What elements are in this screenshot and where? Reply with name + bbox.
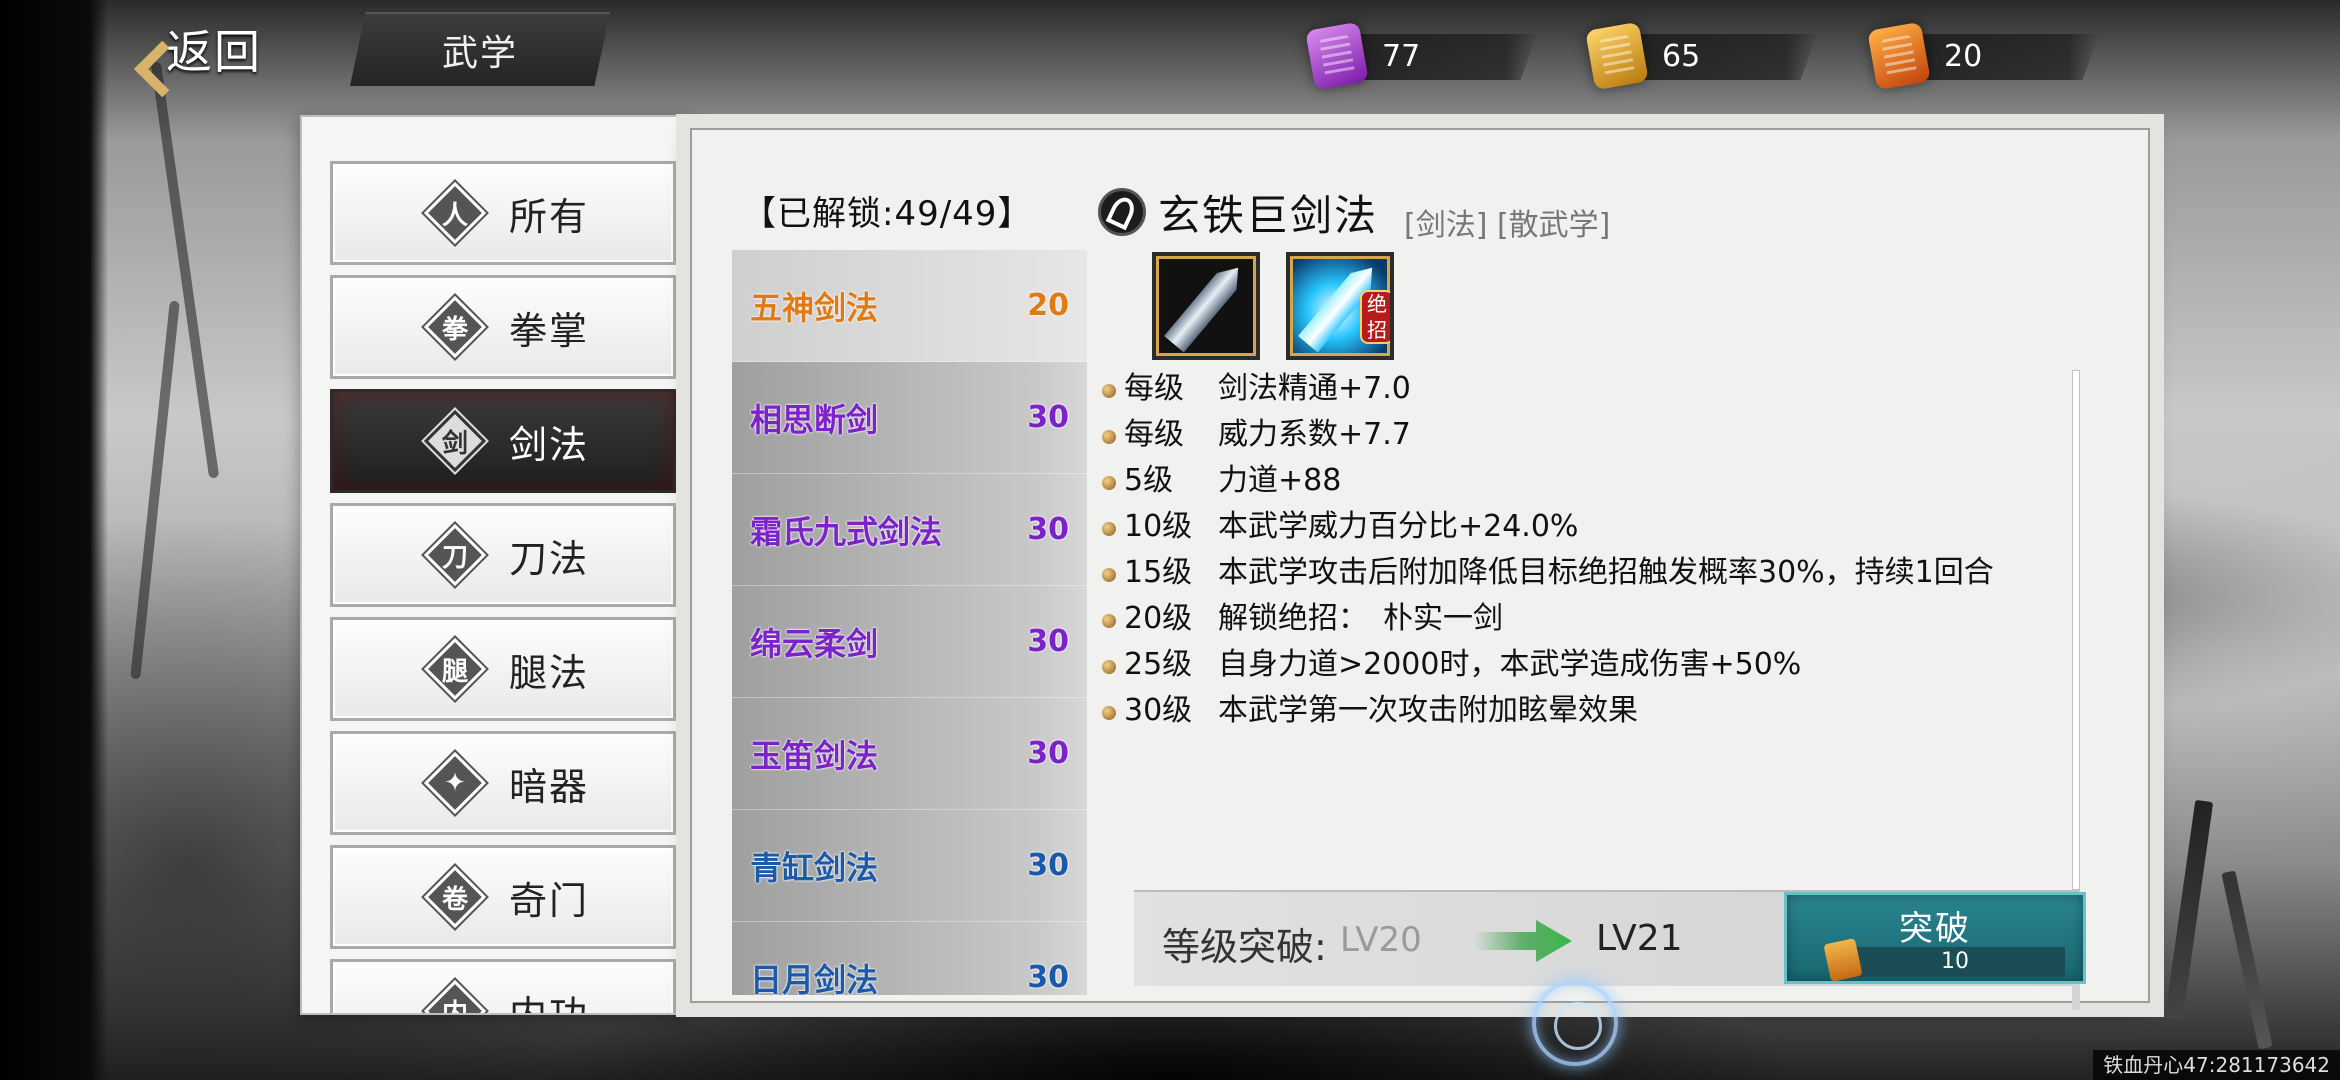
bullet-icon [1102, 660, 1116, 674]
resource-flame[interactable]: 20 [1867, 20, 2099, 92]
category-hidden-weapon[interactable]: ✦ 暗器 [330, 731, 676, 835]
skill-name: 五神剑法 [750, 288, 879, 327]
category-label: 拳掌 [509, 308, 590, 353]
skill-level: 30 [1027, 848, 1069, 883]
bullet-icon [1102, 522, 1116, 536]
category-label: 刀法 [509, 536, 590, 581]
skill-list[interactable]: 五神剑法 20 相思断剑 30 霜氏九式剑法 30 绵云柔剑 30 玉笛剑法 3… [732, 250, 1087, 995]
bullet-icon [1102, 706, 1116, 720]
meditation-icon: 人 [423, 181, 487, 245]
effect-row: 10级 本武学威力百分比+24.0% [1102, 504, 2062, 550]
page-title: 武学 [350, 12, 610, 86]
back-button[interactable]: 返回 [120, 14, 320, 84]
target-ring-icon [1532, 980, 1618, 1066]
skill-name: 相思断剑 [750, 400, 879, 439]
skill-item[interactable]: 相思断剑 30 [732, 362, 1087, 474]
skill-level: 30 [1027, 400, 1069, 435]
bullet-icon [1102, 568, 1116, 582]
scrollbar-thumb[interactable] [2072, 370, 2080, 890]
skill-name: 绵云柔剑 [750, 624, 879, 663]
effect-row: 25级 自身力道>2000时，本武学造成伤害+50% [1102, 642, 2062, 688]
bullet-icon [1102, 430, 1116, 444]
shuriken-icon: ✦ [423, 751, 487, 815]
effect-row: 每级 剑法精通+7.0 [1102, 366, 2062, 412]
skill-title: 玄铁巨剑法 [1158, 191, 1379, 240]
category-label: 内功 [509, 992, 590, 1015]
resource-purple[interactable]: 77 [1305, 20, 1537, 92]
effect-row: 5级 力道+88 [1102, 458, 2062, 504]
effect-row: 15级 本武学攻击后附加降低目标绝招触发概率30%，持续1回合 [1102, 550, 2062, 596]
skill-level: 20 [1027, 288, 1069, 323]
skill-name: 霜氏九式剑法 [750, 512, 943, 551]
skill-item[interactable]: 霜氏九式剑法 30 [732, 474, 1087, 586]
left-edge-shadow [0, 0, 108, 1080]
skill-level: 30 [1027, 736, 1069, 771]
ultimate-badge: 绝招 [1360, 290, 1390, 344]
martial-arts-panel: 【已解锁:49/49】 五神剑法 20 相思断剑 30 霜氏九式剑法 30 绵云… [690, 128, 2150, 1010]
kick-type-icon [1098, 188, 1146, 236]
level-to: LV21 [1596, 918, 1683, 959]
resource-value: 77 [1382, 38, 1421, 74]
bullet-icon [1102, 384, 1116, 398]
gold-scroll-icon [1585, 21, 1649, 91]
skill-level: 30 [1027, 624, 1069, 659]
skill-tags: [剑法] [散武学] [1404, 208, 1611, 243]
effect-row: 20级 解锁绝招： 朴实一剑 [1102, 596, 2062, 642]
unlock-count: 【已解锁:49/49】 [742, 194, 1033, 234]
arrow-right-icon [1474, 920, 1572, 962]
effect-row: 每级 威力系数+7.7 [1102, 412, 2062, 458]
fist-icon: 拳 [423, 295, 487, 359]
skill-name: 玉笛剑法 [750, 736, 879, 775]
page-title-text: 武学 [441, 33, 518, 74]
skill-item[interactable]: 五神剑法 20 [732, 250, 1087, 362]
category-label: 奇门 [509, 878, 590, 923]
category-all[interactable]: 人 所有 [330, 161, 676, 265]
scroll-icon: 卷 [423, 865, 487, 929]
skill-name: 日月剑法 [750, 960, 879, 996]
category-inner-power[interactable]: 内 内功 [330, 959, 676, 1015]
resource-value: 20 [1944, 38, 1983, 74]
blade-icon: 刀 [423, 523, 487, 587]
bullet-icon [1102, 614, 1116, 628]
category-qimen[interactable]: 卷 奇门 [330, 845, 676, 949]
resource-value: 65 [1662, 38, 1701, 74]
bullet-icon [1102, 476, 1116, 490]
category-kick[interactable]: 腿 腿法 [330, 617, 676, 721]
category-fist[interactable]: 拳 拳掌 [330, 275, 676, 379]
skill-name: 青缸剑法 [750, 848, 879, 887]
category-label: 所有 [509, 194, 590, 239]
skill-level: 30 [1027, 960, 1069, 995]
breakthrough-button[interactable]: 突破 10 [1784, 892, 2086, 984]
category-blade[interactable]: 刀 刀法 [330, 503, 676, 607]
purple-scroll-icon [1305, 21, 1369, 91]
sword-move-icon[interactable] [1152, 252, 1260, 360]
effects-list: 每级 剑法精通+7.0 每级 威力系数+7.7 5级 力道+88 10级 本武学威力百分… [1102, 366, 2062, 866]
resource-gold[interactable]: 65 [1585, 20, 1817, 92]
skill-item[interactable]: 青缸剑法 30 [732, 810, 1087, 922]
watermark: 铁血丹心47:281173642 [2093, 1050, 2340, 1080]
effect-row: 30级 本武学第一次攻击附加眩晕效果 [1102, 688, 2062, 734]
category-sword[interactable]: 剑 剑法 [330, 389, 676, 493]
skill-item[interactable]: 日月剑法 30 [732, 922, 1087, 995]
category-label: 腿法 [509, 650, 590, 695]
chevron-left-icon [120, 19, 156, 79]
category-panel: 人 所有 拳 拳掌 剑 剑法 刀 刀法 腿 腿法 ✦ 暗器 卷 奇门 内 内功 [300, 115, 690, 1015]
cost-value: 10 [1941, 949, 1969, 974]
skill-level: 30 [1027, 512, 1069, 547]
category-label: 暗器 [509, 764, 590, 809]
skill-item[interactable]: 绵云柔剑 30 [732, 586, 1087, 698]
breakthrough-label: 等级突破: [1162, 925, 1327, 969]
level-from: LV20 [1340, 920, 1422, 960]
inner-power-icon: 内 [423, 979, 487, 1013]
category-label: 剑法 [509, 422, 590, 467]
kick-icon: 腿 [423, 637, 487, 701]
ultimate-move-icon[interactable]: 绝招 [1286, 252, 1394, 360]
skill-item[interactable]: 玉笛剑法 30 [732, 698, 1087, 810]
sword-icon: 剑 [423, 409, 487, 473]
flame-scroll-icon [1867, 21, 1931, 91]
